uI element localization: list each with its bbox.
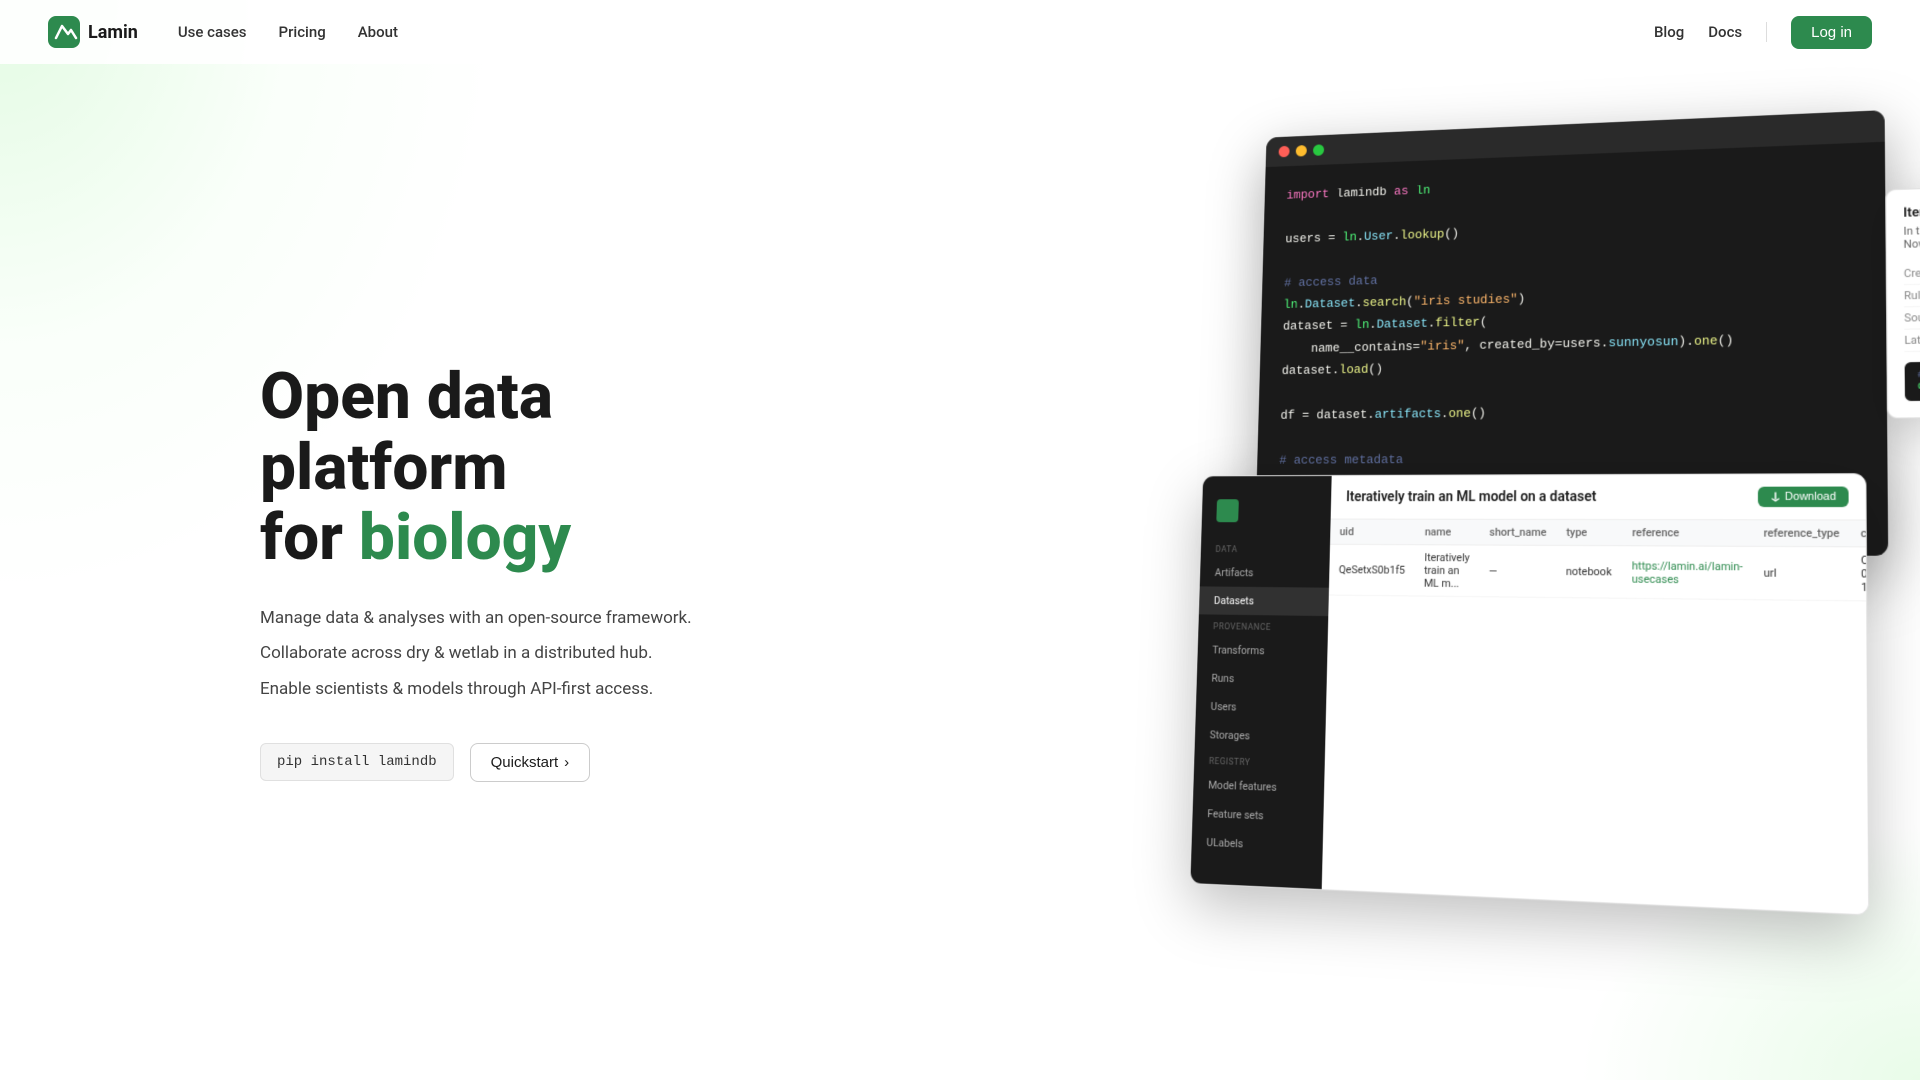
detail-label-rules: Rules bbox=[1904, 289, 1920, 303]
col-header-reference-type: reference_type bbox=[1753, 520, 1850, 547]
cell-name: Iteratively train an ML m... bbox=[1414, 545, 1480, 597]
nav-links: Use cases Pricing About bbox=[178, 23, 398, 41]
hero-text-section: Open data platform for biology Manage da… bbox=[260, 362, 780, 782]
hero-title-line1: Open data platform bbox=[260, 359, 553, 504]
login-button[interactable]: Log in bbox=[1791, 16, 1872, 49]
detail-label-created-by: Created by bbox=[1904, 266, 1920, 281]
quickstart-arrow: › bbox=[564, 754, 569, 771]
navbar: Lamin Use cases Pricing About Blog Docs … bbox=[0, 0, 1920, 64]
logo-icon bbox=[48, 16, 80, 48]
hero-title-highlight: biology bbox=[359, 500, 571, 575]
sidebar-item-transforms[interactable]: Transforms bbox=[1197, 636, 1327, 667]
sidebar-item-artifacts[interactable]: Artifacts bbox=[1200, 559, 1330, 588]
sidebar-item-ulabels[interactable]: ULabels bbox=[1191, 827, 1323, 861]
hero-description: Manage data & analyses with an open-sour… bbox=[260, 605, 780, 703]
code-line-comment-2: # access metadata bbox=[1279, 445, 1862, 471]
window-dot-green bbox=[1313, 144, 1324, 156]
hero-desc-1: Manage data & analyses with an open-sour… bbox=[260, 605, 780, 632]
nav-right-links: Blog Docs bbox=[1654, 23, 1742, 41]
screenshot-container: import lamindb as ln users = ln.User.loo… bbox=[1189, 105, 1920, 921]
ui-app-window: Data Artifacts Datasets Provenance Trans… bbox=[1189, 473, 1869, 916]
ui-main-title: Iteratively train an ML model on a datas… bbox=[1346, 489, 1596, 505]
logo-text: Lamin bbox=[88, 22, 138, 43]
col-header-short-name: short_name bbox=[1480, 520, 1557, 546]
nav-link-use-cases[interactable]: Use cases bbox=[178, 23, 247, 41]
detail-panel: Iteratively train an ML model on a datas… bbox=[1885, 177, 1920, 419]
col-header-uid: uid bbox=[1330, 520, 1415, 545]
ui-data-table: uid name short_name type reference refer… bbox=[1329, 520, 1868, 604]
nav-divider bbox=[1766, 22, 1767, 42]
quickstart-button[interactable]: Quickstart › bbox=[470, 743, 591, 782]
nav-right: Blog Docs Log in bbox=[1654, 16, 1872, 49]
detail-code-snippet: # 1s 11:34 df = Transform.filter(iter_..… bbox=[1905, 357, 1920, 401]
detail-row-created-by: Created by sunnyosun bbox=[1904, 255, 1920, 286]
nav-link-pricing[interactable]: Pricing bbox=[279, 23, 326, 41]
detail-label-latest-report: Latest report bbox=[1904, 332, 1920, 346]
hero-title: Open data platform for biology bbox=[260, 362, 780, 573]
ui-sidebar-logo bbox=[1201, 491, 1331, 538]
sidebar-item-storages[interactable]: Storages bbox=[1195, 720, 1326, 752]
nav-link-about[interactable]: About bbox=[358, 23, 398, 41]
ui-main-panel: Iteratively train an ML model on a datas… bbox=[1322, 474, 1869, 914]
table-row[interactable]: QeSetxS0b1f5 Iteratively train an ML m..… bbox=[1329, 544, 1868, 602]
detail-label-source-code: Source code bbox=[1904, 310, 1920, 325]
ui-sidebar: Data Artifacts Datasets Provenance Trans… bbox=[1190, 476, 1331, 889]
cell-reference: https://lamin.ai/lamin-usecases bbox=[1622, 546, 1754, 600]
cell-reference-type: url bbox=[1753, 546, 1850, 600]
sidebar-section-data: Data bbox=[1201, 537, 1331, 559]
hero-desc-3: Enable scientists & models through API-f… bbox=[260, 676, 780, 703]
sidebar-section-provenance: Provenance bbox=[1198, 614, 1328, 637]
nav-link-docs[interactable]: Docs bbox=[1708, 23, 1742, 41]
quickstart-label: Quickstart bbox=[491, 754, 559, 771]
nav-link-blog[interactable]: Blog bbox=[1654, 23, 1684, 41]
detail-panel-title: Iteratively train an ML model on a datas… bbox=[1903, 195, 1920, 220]
hero-title-line2: for biology bbox=[260, 500, 571, 575]
sidebar-item-users[interactable]: Users bbox=[1196, 692, 1327, 724]
logo-link[interactable]: Lamin bbox=[48, 16, 138, 48]
cell-short-name: — bbox=[1479, 545, 1556, 598]
sidebar-logo-icon bbox=[1216, 499, 1239, 522]
install-command: pip install lamindb bbox=[260, 743, 454, 781]
hero-visual: import lamindb as ln users = ln.User.loo… bbox=[1180, 114, 1920, 894]
window-dot-yellow bbox=[1296, 145, 1307, 157]
cell-uid: QeSetxS0b1f5 bbox=[1329, 544, 1415, 596]
col-header-name: name bbox=[1415, 520, 1480, 545]
sidebar-item-datasets[interactable]: Datasets bbox=[1199, 586, 1329, 616]
nav-left: Lamin Use cases Pricing About bbox=[48, 16, 398, 48]
hero-actions: pip install lamindb Quickstart › bbox=[260, 743, 780, 782]
sidebar-item-runs[interactable]: Runs bbox=[1196, 664, 1327, 695]
hero-desc-2: Collaborate across dry & wetlab in a dis… bbox=[260, 640, 780, 667]
main-content: Open data platform for biology Manage da… bbox=[0, 64, 1920, 1080]
window-dot-red bbox=[1279, 146, 1290, 158]
